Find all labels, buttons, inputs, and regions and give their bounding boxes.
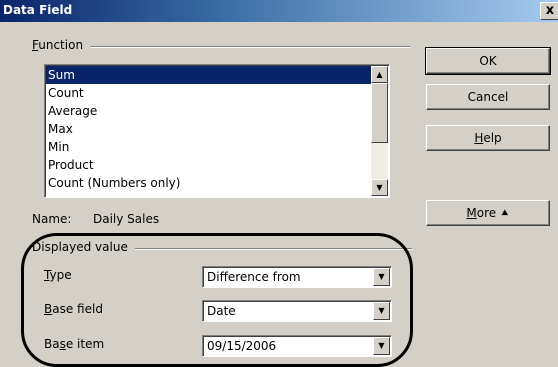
base-item-dropdown-button[interactable]: ▼	[373, 337, 390, 355]
up-arrow-icon: ▲	[376, 70, 383, 79]
scroll-thumb[interactable]	[371, 83, 388, 143]
type-select[interactable]: Difference from ▼	[202, 266, 392, 288]
chevron-down-icon: ▼	[378, 272, 385, 281]
close-icon: x	[545, 3, 555, 18]
name-value: Daily Sales	[93, 212, 160, 226]
more-button[interactable]: More ⯅	[426, 200, 550, 226]
down-arrow-icon: ▼	[376, 183, 383, 192]
base-field-select[interactable]: Date ▼	[202, 300, 392, 322]
base-field-label: Base field	[44, 302, 103, 316]
type-label: Type	[44, 268, 72, 282]
function-listbox[interactable]: Sum Count Average Max Min Product Count (Numbe…	[44, 64, 390, 198]
scroll-down-button[interactable]: ▼	[371, 179, 388, 196]
scroll-up-button[interactable]: ▲	[371, 66, 388, 83]
up-double-arrow-icon: ⯅	[499, 206, 510, 220]
chevron-down-icon: ▼	[378, 306, 385, 315]
ok-button[interactable]: OK	[425, 47, 551, 75]
function-list-items: Sum Count Average Max Min Product Count (Numbe…	[46, 66, 371, 192]
function-group-label: Function	[32, 38, 84, 52]
function-list-item[interactable]: Count (Numbers only)	[46, 174, 371, 192]
close-button[interactable]: x	[540, 2, 558, 20]
cancel-button[interactable]: Cancel	[426, 84, 550, 110]
type-select-value: Difference from	[207, 270, 301, 284]
data-field-dialog: Data Field x Function Sum Count Average Max…	[0, 0, 558, 367]
base-item-select-value: 09/15/2006	[207, 339, 277, 353]
title-bar[interactable]: Data Field x	[0, 0, 558, 22]
dialog-title: Data Field	[3, 3, 73, 17]
base-field-dropdown-button[interactable]: ▼	[373, 302, 390, 320]
chevron-down-icon: ▼	[378, 341, 385, 350]
function-list-item[interactable]: Min	[46, 138, 371, 156]
function-group-divider	[90, 46, 410, 48]
function-list-scrollbar[interactable]: ▲ ▼	[371, 66, 388, 196]
help-button[interactable]: Help	[426, 125, 550, 151]
displayed-value-group-label: Displayed value	[32, 240, 128, 254]
function-list-item[interactable]: Sum	[46, 66, 371, 84]
function-list-item[interactable]: Count	[46, 84, 371, 102]
function-list-item[interactable]: Product	[46, 156, 371, 174]
function-list-item[interactable]: Average	[46, 102, 371, 120]
function-list-item[interactable]: Max	[46, 120, 371, 138]
base-field-select-value: Date	[207, 304, 236, 318]
displayed-value-divider	[135, 248, 412, 250]
base-item-label: Base item	[44, 337, 105, 351]
base-item-select[interactable]: 09/15/2006 ▼	[202, 335, 392, 357]
name-label: Name:	[32, 212, 72, 226]
type-dropdown-button[interactable]: ▼	[373, 268, 390, 286]
